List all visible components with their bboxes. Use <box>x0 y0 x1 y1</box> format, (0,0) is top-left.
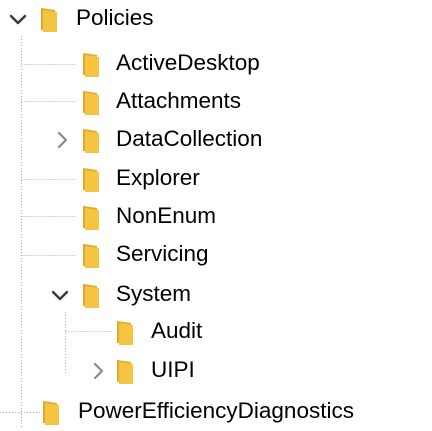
folder-icon <box>80 89 102 115</box>
tree-node-servicing[interactable]: Servicing <box>0 236 432 274</box>
tree-node-nonenum[interactable]: NonEnum <box>0 198 432 236</box>
folder-icon <box>80 242 102 268</box>
folder-icon <box>40 399 62 425</box>
registry-tree-view: Policies ActiveDesktop Attachments DataC… <box>0 0 432 429</box>
tree-node-label: Audit <box>151 318 203 343</box>
tree-node-label: DataCollection <box>116 126 263 151</box>
folder-icon <box>38 6 60 32</box>
tree-node-label: Explorer <box>116 165 200 190</box>
chevron-right-icon[interactable] <box>50 128 74 152</box>
tree-node-label: Attachments <box>116 88 242 113</box>
chevron-down-icon[interactable] <box>48 283 72 307</box>
chevron-right-icon[interactable] <box>86 359 110 383</box>
tree-node-powerefficiencydiagnostics[interactable]: PowerEfficiencyDiagnostics <box>0 393 432 431</box>
folder-icon <box>114 358 136 384</box>
tree-node-uipi[interactable]: UIPI <box>0 352 432 390</box>
tree-node-label: System <box>116 281 192 306</box>
tree-node-system[interactable]: System <box>0 276 432 314</box>
folder-icon <box>80 127 102 153</box>
tree-node-audit[interactable]: Audit <box>0 313 432 351</box>
folder-icon <box>80 282 102 308</box>
tree-node-label: ActiveDesktop <box>116 50 260 75</box>
tree-node-attachments[interactable]: Attachments <box>0 83 432 121</box>
folder-icon <box>80 204 102 230</box>
folder-icon <box>80 166 102 192</box>
tree-node-label: Servicing <box>116 241 209 266</box>
tree-node-label: NonEnum <box>116 203 217 228</box>
tree-node-explorer[interactable]: Explorer <box>0 160 432 198</box>
folder-icon <box>114 319 136 345</box>
tree-node-label: PowerEfficiencyDiagnostics <box>78 398 354 423</box>
tree-node-label: UIPI <box>151 357 195 382</box>
folder-icon <box>80 51 102 77</box>
tree-node-activedesktop[interactable]: ActiveDesktop <box>0 45 432 83</box>
tree-node-label: Policies <box>76 5 154 30</box>
tree-node-policies[interactable]: Policies <box>0 0 432 38</box>
chevron-down-icon[interactable] <box>6 7 30 31</box>
tree-node-datacollection[interactable]: DataCollection <box>0 121 432 159</box>
